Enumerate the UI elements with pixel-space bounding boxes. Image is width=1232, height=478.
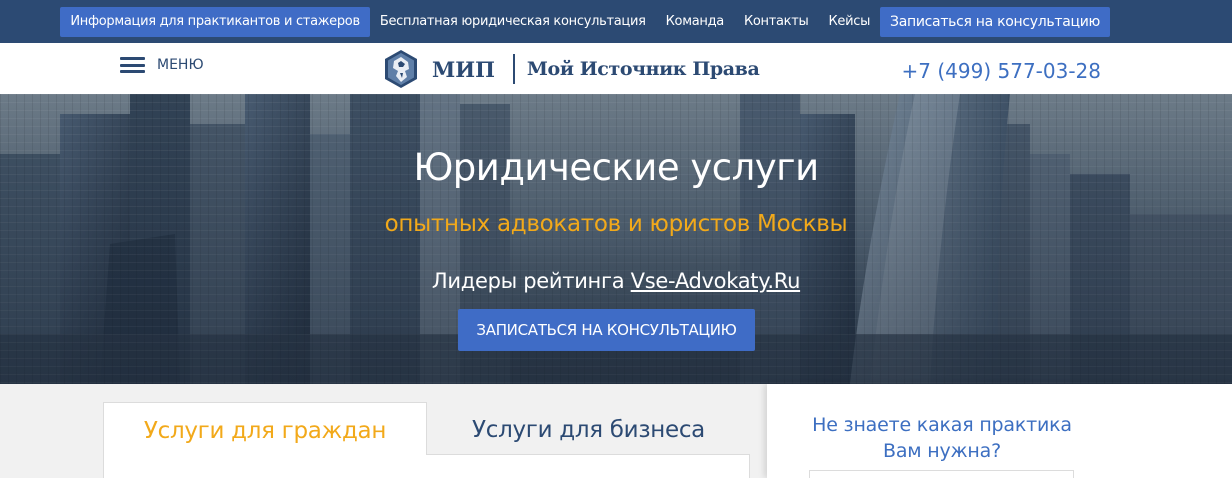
services-section: Услуги для граждан Услуги для бизнеса Не…	[0, 384, 1232, 478]
top-navigation-bar: Информация для практикантов и стажеров Б…	[0, 0, 1232, 43]
menu-button[interactable]: МЕНЮ	[120, 57, 204, 73]
practice-question: Не знаете какая практика Вам нужна?	[767, 412, 1117, 464]
nav-team-link[interactable]: Команда	[656, 7, 734, 37]
practice-helper-panel: Не знаете какая практика Вам нужна?	[767, 384, 1232, 478]
tab-business-services[interactable]: Услуги для бизнеса	[427, 402, 750, 454]
hero-book-consultation-button[interactable]: ЗАПИСАТЬСЯ НА КОНСУЛЬТАЦИЮ	[458, 309, 755, 351]
logo-name: Мой Источник Права	[526, 58, 760, 80]
services-tabs: Услуги для граждан Услуги для бизнеса	[103, 402, 750, 478]
logo-abbreviation: МИП	[432, 56, 495, 82]
menu-icon[interactable]	[120, 57, 145, 73]
site-logo[interactable]: МИП Мой Источник Права	[384, 48, 760, 90]
site-header: МЕНЮ МИП Мой Источник Права +7 (499) 577…	[0, 43, 1232, 94]
nav-contacts-link[interactable]: Контакты	[734, 7, 819, 37]
nav-free-consultation-link[interactable]: Бесплатная юридическая консультация	[370, 7, 656, 37]
rating-site-link[interactable]: Vse-Advokaty.Ru	[631, 269, 801, 293]
nav-book-consultation-button[interactable]: Записаться на консультацию	[880, 7, 1110, 37]
logo-divider	[512, 54, 515, 84]
hero-banner: Юридические услуги опытных адвокатов и ю…	[0, 94, 1232, 384]
tab-panel	[103, 455, 750, 478]
hero-title: Юридические услуги	[413, 146, 819, 189]
practice-form-field[interactable]	[809, 470, 1074, 478]
practice-question-line-1: Не знаете какая практика	[812, 414, 1072, 436]
top-nav-links: Информация для практикантов и стажеров Б…	[60, 7, 1110, 37]
nav-internship-info-link[interactable]: Информация для практикантов и стажеров	[60, 7, 370, 37]
nav-cases-link[interactable]: Кейсы	[818, 7, 880, 37]
rating-prefix: Лидеры рейтинга	[431, 269, 631, 293]
hero-subtitle: опытных адвокатов и юристов Москвы	[384, 211, 848, 237]
hero-rating-line: Лидеры рейтинга Vse-Advokaty.Ru	[0, 269, 1232, 293]
practice-question-line-2: Вам нужна?	[883, 440, 1001, 462]
menu-label[interactable]: МЕНЮ	[157, 57, 204, 73]
lion-shield-logo-icon	[385, 50, 417, 88]
tab-citizens-services[interactable]: Услуги для граждан	[103, 402, 427, 456]
phone-link[interactable]: +7 (499) 577-03-28	[902, 59, 1101, 83]
